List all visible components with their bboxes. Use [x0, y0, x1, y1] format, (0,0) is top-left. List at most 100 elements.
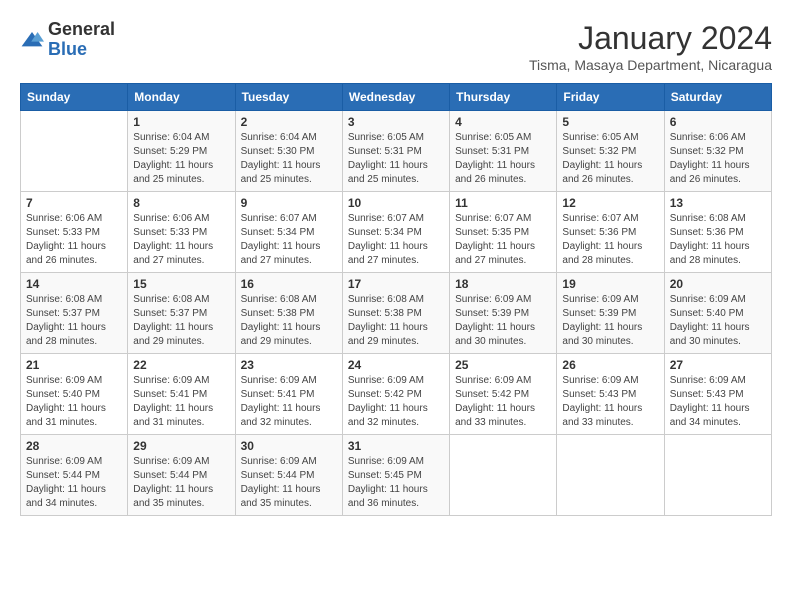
- day-number: 24: [348, 358, 444, 372]
- weekday-header-wednesday: Wednesday: [342, 84, 449, 111]
- day-info: Sunrise: 6:07 AMSunset: 5:34 PMDaylight:…: [348, 212, 444, 268]
- day-info: Sunrise: 6:09 AMSunset: 5:41 PMDaylight:…: [241, 374, 337, 430]
- logo-icon: [20, 30, 44, 50]
- day-number: 26: [562, 358, 658, 372]
- day-number: 21: [26, 358, 122, 372]
- day-number: 5: [562, 115, 658, 129]
- calendar-cell: 13Sunrise: 6:08 AMSunset: 5:36 PMDayligh…: [664, 192, 771, 273]
- calendar-cell: 25 Sunrise: 6:09 AMSunset: 5:42 PMDayligh…: [450, 354, 557, 435]
- calendar-cell: 1 Sunrise: 6:04 AMSunset: 5:29 PMDaylight…: [128, 111, 235, 192]
- calendar-cell: 26Sunrise: 6:09 AMSunset: 5:43 PMDayligh…: [557, 354, 664, 435]
- calendar-cell: 6 Sunrise: 6:06 AMSunset: 5:32 PMDaylight…: [664, 111, 771, 192]
- calendar-cell: [450, 435, 557, 516]
- day-info: Sunrise: 6:08 AMSunset: 5:38 PMDaylight:…: [348, 293, 444, 349]
- day-info: Sunrise: 6:07 AMSunset: 5:35 PMDaylight:…: [455, 212, 551, 268]
- logo-general: General: [48, 20, 115, 40]
- day-number: 7: [26, 196, 122, 210]
- calendar-cell: 18Sunrise: 6:09 AMSunset: 5:39 PMDayligh…: [450, 273, 557, 354]
- day-info: Sunrise: 6:06 AMSunset: 5:33 PMDaylight:…: [26, 212, 122, 268]
- weekday-header-friday: Friday: [557, 84, 664, 111]
- day-info: Sunrise: 6:09 AMSunset: 5:39 PMDaylight:…: [455, 293, 551, 349]
- calendar-cell: 11 Sunrise: 6:07 AMSunset: 5:35 PMDayligh…: [450, 192, 557, 273]
- calendar-cell: [557, 435, 664, 516]
- calendar-cell: 28 Sunrise: 6:09 AMSunset: 5:44 PMDayligh…: [21, 435, 128, 516]
- title-block: January 2024 Tisma, Masaya Department, N…: [529, 20, 772, 73]
- calendar-cell: 3 Sunrise: 6:05 AMSunset: 5:31 PMDaylight…: [342, 111, 449, 192]
- calendar-cell: 20 Sunrise: 6:09 AMSunset: 5:40 PMDayligh…: [664, 273, 771, 354]
- calendar-cell: [21, 111, 128, 192]
- day-info: Sunrise: 6:08 AMSunset: 5:37 PMDaylight:…: [133, 293, 229, 349]
- day-number: 28: [26, 439, 122, 453]
- calendar-cell: 8 Sunrise: 6:06 AMSunset: 5:33 PMDaylight…: [128, 192, 235, 273]
- calendar-cell: 31Sunrise: 6:09 AMSunset: 5:45 PMDayligh…: [342, 435, 449, 516]
- day-number: 2: [241, 115, 337, 129]
- day-number: 31: [348, 439, 444, 453]
- day-number: 29: [133, 439, 229, 453]
- calendar-table: SundayMondayTuesdayWednesdayThursdayFrid…: [20, 83, 772, 516]
- day-info: Sunrise: 6:07 AMSunset: 5:34 PMDaylight:…: [241, 212, 337, 268]
- day-number: 11: [455, 196, 551, 210]
- week-row-3: 14Sunrise: 6:08 AMSunset: 5:37 PMDayligh…: [21, 273, 772, 354]
- day-number: 1: [133, 115, 229, 129]
- day-number: 10: [348, 196, 444, 210]
- calendar-cell: 27Sunrise: 6:09 AMSunset: 5:43 PMDayligh…: [664, 354, 771, 435]
- logo: General Blue: [20, 20, 115, 60]
- day-number: 3: [348, 115, 444, 129]
- day-info: Sunrise: 6:09 AMSunset: 5:42 PMDaylight:…: [455, 374, 551, 430]
- week-row-2: 7 Sunrise: 6:06 AMSunset: 5:33 PMDaylight…: [21, 192, 772, 273]
- calendar-cell: 16 Sunrise: 6:08 AMSunset: 5:38 PMDayligh…: [235, 273, 342, 354]
- weekday-header-thursday: Thursday: [450, 84, 557, 111]
- day-number: 8: [133, 196, 229, 210]
- day-info: Sunrise: 6:09 AMSunset: 5:41 PMDaylight:…: [133, 374, 229, 430]
- calendar-cell: 24 Sunrise: 6:09 AMSunset: 5:42 PMDayligh…: [342, 354, 449, 435]
- week-row-5: 28 Sunrise: 6:09 AMSunset: 5:44 PMDayligh…: [21, 435, 772, 516]
- calendar-cell: 17 Sunrise: 6:08 AMSunset: 5:38 PMDayligh…: [342, 273, 449, 354]
- calendar-cell: 7 Sunrise: 6:06 AMSunset: 5:33 PMDaylight…: [21, 192, 128, 273]
- day-info: Sunrise: 6:06 AMSunset: 5:32 PMDaylight:…: [670, 131, 766, 187]
- day-number: 27: [670, 358, 766, 372]
- day-info: Sunrise: 6:05 AMSunset: 5:31 PMDaylight:…: [348, 131, 444, 187]
- calendar-cell: 2 Sunrise: 6:04 AMSunset: 5:30 PMDaylight…: [235, 111, 342, 192]
- calendar-cell: 14Sunrise: 6:08 AMSunset: 5:37 PMDayligh…: [21, 273, 128, 354]
- day-number: 25: [455, 358, 551, 372]
- month-title: January 2024: [529, 20, 772, 57]
- weekday-header-row: SundayMondayTuesdayWednesdayThursdayFrid…: [21, 84, 772, 111]
- calendar-cell: 10 Sunrise: 6:07 AMSunset: 5:34 PMDayligh…: [342, 192, 449, 273]
- day-info: Sunrise: 6:09 AMSunset: 5:39 PMDaylight:…: [562, 293, 658, 349]
- day-number: 9: [241, 196, 337, 210]
- calendar-cell: 22 Sunrise: 6:09 AMSunset: 5:41 PMDayligh…: [128, 354, 235, 435]
- day-info: Sunrise: 6:09 AMSunset: 5:44 PMDaylight:…: [26, 455, 122, 511]
- calendar-cell: 23Sunrise: 6:09 AMSunset: 5:41 PMDayligh…: [235, 354, 342, 435]
- day-number: 6: [670, 115, 766, 129]
- calendar-cell: 21 Sunrise: 6:09 AMSunset: 5:40 PMDayligh…: [21, 354, 128, 435]
- day-info: Sunrise: 6:04 AMSunset: 5:30 PMDaylight:…: [241, 131, 337, 187]
- day-info: Sunrise: 6:06 AMSunset: 5:33 PMDaylight:…: [133, 212, 229, 268]
- day-info: Sunrise: 6:09 AMSunset: 5:40 PMDaylight:…: [670, 293, 766, 349]
- day-number: 13: [670, 196, 766, 210]
- day-info: Sunrise: 6:08 AMSunset: 5:37 PMDaylight:…: [26, 293, 122, 349]
- day-info: Sunrise: 6:09 AMSunset: 5:40 PMDaylight:…: [26, 374, 122, 430]
- calendar-cell: 30 Sunrise: 6:09 AMSunset: 5:44 PMDayligh…: [235, 435, 342, 516]
- week-row-4: 21 Sunrise: 6:09 AMSunset: 5:40 PMDayligh…: [21, 354, 772, 435]
- page-header: General Blue January 2024 Tisma, Masaya …: [20, 20, 772, 73]
- day-number: 12: [562, 196, 658, 210]
- day-info: Sunrise: 6:09 AMSunset: 5:42 PMDaylight:…: [348, 374, 444, 430]
- logo-blue: Blue: [48, 40, 115, 60]
- day-number: 20: [670, 277, 766, 291]
- weekday-header-tuesday: Tuesday: [235, 84, 342, 111]
- day-number: 19: [562, 277, 658, 291]
- weekday-header-sunday: Sunday: [21, 84, 128, 111]
- calendar-cell: 5Sunrise: 6:05 AMSunset: 5:32 PMDaylight…: [557, 111, 664, 192]
- day-number: 30: [241, 439, 337, 453]
- day-info: Sunrise: 6:09 AMSunset: 5:44 PMDaylight:…: [241, 455, 337, 511]
- day-info: Sunrise: 6:05 AMSunset: 5:31 PMDaylight:…: [455, 131, 551, 187]
- day-number: 22: [133, 358, 229, 372]
- calendar-cell: 19 Sunrise: 6:09 AMSunset: 5:39 PMDayligh…: [557, 273, 664, 354]
- day-number: 4: [455, 115, 551, 129]
- day-info: Sunrise: 6:04 AMSunset: 5:29 PMDaylight:…: [133, 131, 229, 187]
- day-number: 16: [241, 277, 337, 291]
- weekday-header-saturday: Saturday: [664, 84, 771, 111]
- day-info: Sunrise: 6:08 AMSunset: 5:38 PMDaylight:…: [241, 293, 337, 349]
- week-row-1: 1 Sunrise: 6:04 AMSunset: 5:29 PMDaylight…: [21, 111, 772, 192]
- day-number: 17: [348, 277, 444, 291]
